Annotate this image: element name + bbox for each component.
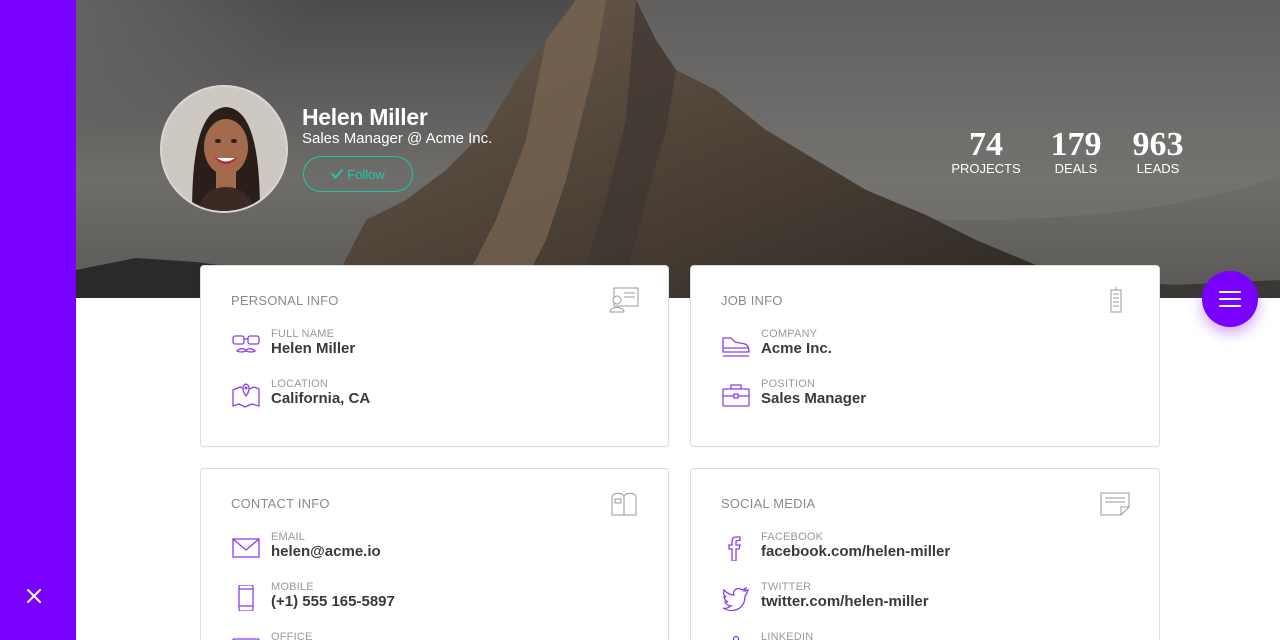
map-pin-icon xyxy=(232,383,260,408)
field-label: LINKEDIN xyxy=(761,631,814,640)
stat-leads: 963 LEADS xyxy=(1128,128,1188,176)
personal-info-card: PERSONAL INFO FULL NAME Helen Miller LOC… xyxy=(200,265,669,447)
field-linkedin: LINKEDIN xyxy=(721,631,813,640)
profile-role: Sales Manager @ Acme Inc. xyxy=(302,130,493,147)
shoe-icon xyxy=(722,337,750,357)
stat-projects: 74 PROJECTS xyxy=(951,126,1021,176)
social-media-card: SOCIAL MEDIA FACEBOOK facebook.com/helen… xyxy=(690,468,1160,640)
stat-deals: 179 DEALS xyxy=(1046,128,1106,176)
card-title: JOB INFO xyxy=(721,293,783,308)
stat-value: 74 xyxy=(969,126,1003,163)
field-label: MOBILE xyxy=(271,581,314,593)
field-value: Sales Manager xyxy=(761,390,867,407)
close-icon xyxy=(27,589,41,603)
card-title: CONTACT INFO xyxy=(231,496,330,511)
check-icon xyxy=(331,169,344,179)
close-button[interactable] xyxy=(22,584,46,608)
field-twitter: TWITTER twitter.com/helen-miller xyxy=(721,581,929,611)
field-value[interactable]: twitter.com/helen-miller xyxy=(761,593,929,611)
field-company: COMPANY Acme Inc. xyxy=(721,328,832,358)
side-rail xyxy=(0,0,76,640)
envelope-icon xyxy=(232,538,260,558)
field-mobile: MOBILE (+1) 555 165-5897 xyxy=(231,581,395,611)
field-label: FACEBOOK xyxy=(761,531,824,543)
avatar xyxy=(160,85,288,213)
job-info-card: JOB INFO COMPANY Acme Inc. POSITION Sale… xyxy=(690,265,1160,447)
follow-button[interactable]: Follow xyxy=(303,156,413,192)
stat-value: 963 xyxy=(1132,126,1184,163)
profile-name: Helen Miller xyxy=(302,104,428,130)
linkedin-icon xyxy=(732,635,740,640)
note-icon xyxy=(1100,492,1130,516)
field-value: helen@acme.io xyxy=(271,543,381,560)
facebook-icon xyxy=(728,536,741,561)
field-value: Acme Inc. xyxy=(761,340,832,357)
menu-fab-button[interactable] xyxy=(1202,271,1258,327)
field-value[interactable]: facebook.com/helen-miller xyxy=(761,543,950,561)
field-label: COMPANY xyxy=(761,328,818,340)
field-email: EMAIL helen@acme.io xyxy=(231,531,381,561)
hamburger-menu-icon xyxy=(1219,291,1241,307)
field-label: EMAIL xyxy=(271,531,306,543)
field-facebook: FACEBOOK facebook.com/helen-miller xyxy=(721,531,950,561)
briefcase-icon xyxy=(722,384,750,407)
field-value: California, CA xyxy=(271,390,371,407)
field-label: OFFICE xyxy=(271,631,313,640)
field-label: POSITION xyxy=(761,378,816,390)
phone-icon xyxy=(232,638,260,640)
glasses-mustache-icon xyxy=(232,335,260,353)
stat-label: DEALS xyxy=(1054,161,1098,176)
card-title: SOCIAL MEDIA xyxy=(721,496,816,511)
profile-photo xyxy=(162,87,286,211)
stat-value: 179 xyxy=(1050,126,1102,163)
field-value: Helen Miller xyxy=(271,340,356,357)
field-full-name: FULL NAME Helen Miller xyxy=(231,328,355,358)
building-icon xyxy=(1110,287,1122,313)
twitter-icon xyxy=(722,586,750,611)
mailbox-icon xyxy=(611,492,637,516)
field-label: FULL NAME xyxy=(271,328,335,340)
contact-info-card: CONTACT INFO EMAIL helen@acme.io MOBILE … xyxy=(200,468,669,640)
field-location: LOCATION California, CA xyxy=(231,378,370,408)
card-title: PERSONAL INFO xyxy=(231,293,339,308)
follow-label: Follow xyxy=(347,166,385,182)
field-value: (+1) 555 165-5897 xyxy=(271,593,395,610)
id-card-icon xyxy=(609,287,639,313)
field-label: TWITTER xyxy=(761,581,812,593)
stat-label: PROJECTS xyxy=(951,161,1021,176)
smartphone-icon xyxy=(238,585,254,611)
field-label: LOCATION xyxy=(271,378,329,390)
field-office: OFFICE xyxy=(231,631,313,640)
stat-label: LEADS xyxy=(1136,161,1180,176)
field-position: POSITION Sales Manager xyxy=(721,378,866,408)
